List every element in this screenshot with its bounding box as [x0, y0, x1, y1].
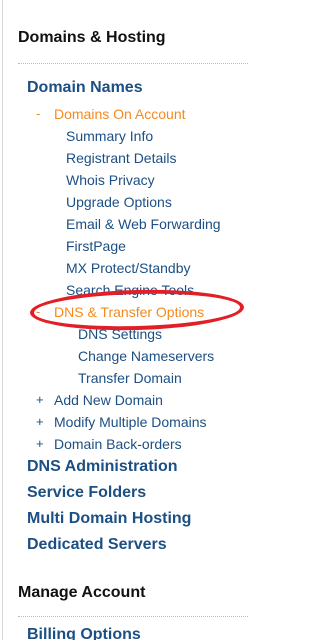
minus-icon: - — [36, 106, 41, 121]
nav-domains-on-account[interactable]: - Domains On Account — [36, 106, 186, 122]
nav-domain-names[interactable]: Domain Names — [27, 79, 143, 97]
nav-summary-info[interactable]: Summary Info — [66, 128, 153, 144]
nav-domain-back-orders-label: Domain Back-orders — [54, 436, 182, 452]
nav-modify-multiple-domains[interactable]: + Modify Multiple Domains — [36, 414, 207, 430]
nav-dns-transfer-options-label: DNS & Transfer Options — [54, 304, 205, 320]
nav-firstpage[interactable]: FirstPage — [66, 238, 126, 254]
nav-billing-options[interactable]: Billing Options — [27, 626, 141, 640]
nav-modify-multiple-domains-label: Modify Multiple Domains — [54, 414, 207, 430]
section-divider — [18, 63, 248, 64]
nav-domains-on-account-label: Domains On Account — [54, 106, 186, 122]
nav-dns-settings[interactable]: DNS Settings — [78, 326, 162, 342]
nav-add-new-domain[interactable]: + Add New Domain — [36, 392, 163, 408]
nav-mx-protect-standby[interactable]: MX Protect/Standby — [66, 260, 191, 276]
nav-change-nameservers[interactable]: Change Nameservers — [78, 348, 214, 364]
section-divider — [18, 616, 248, 617]
nav-upgrade-options[interactable]: Upgrade Options — [66, 194, 172, 210]
nav-search-engine-tools[interactable]: Search Engine Tools — [66, 282, 194, 298]
nav-multi-domain-hosting[interactable]: Multi Domain Hosting — [27, 510, 191, 528]
nav-service-folders[interactable]: Service Folders — [27, 484, 146, 502]
nav-whois-privacy[interactable]: Whois Privacy — [66, 172, 155, 188]
plus-icon: + — [36, 414, 44, 429]
nav-domain-back-orders[interactable]: + Domain Back-orders — [36, 436, 182, 452]
section-heading-domains-hosting: Domains & Hosting — [18, 29, 166, 46]
nav-transfer-domain[interactable]: Transfer Domain — [78, 370, 182, 386]
nav-add-new-domain-label: Add New Domain — [54, 392, 163, 408]
nav-dns-transfer-options[interactable]: - DNS & Transfer Options — [36, 304, 204, 320]
nav-email-web-forwarding[interactable]: Email & Web Forwarding — [66, 216, 221, 232]
plus-icon: + — [36, 392, 44, 407]
sidebar-border — [2, 0, 3, 640]
nav-dns-administration[interactable]: DNS Administration — [27, 458, 178, 476]
nav-dedicated-servers[interactable]: Dedicated Servers — [27, 536, 167, 554]
plus-icon: + — [36, 436, 44, 451]
section-heading-manage-account: Manage Account — [18, 584, 146, 601]
nav-registrant-details[interactable]: Registrant Details — [66, 150, 177, 166]
minus-icon: - — [36, 304, 41, 319]
